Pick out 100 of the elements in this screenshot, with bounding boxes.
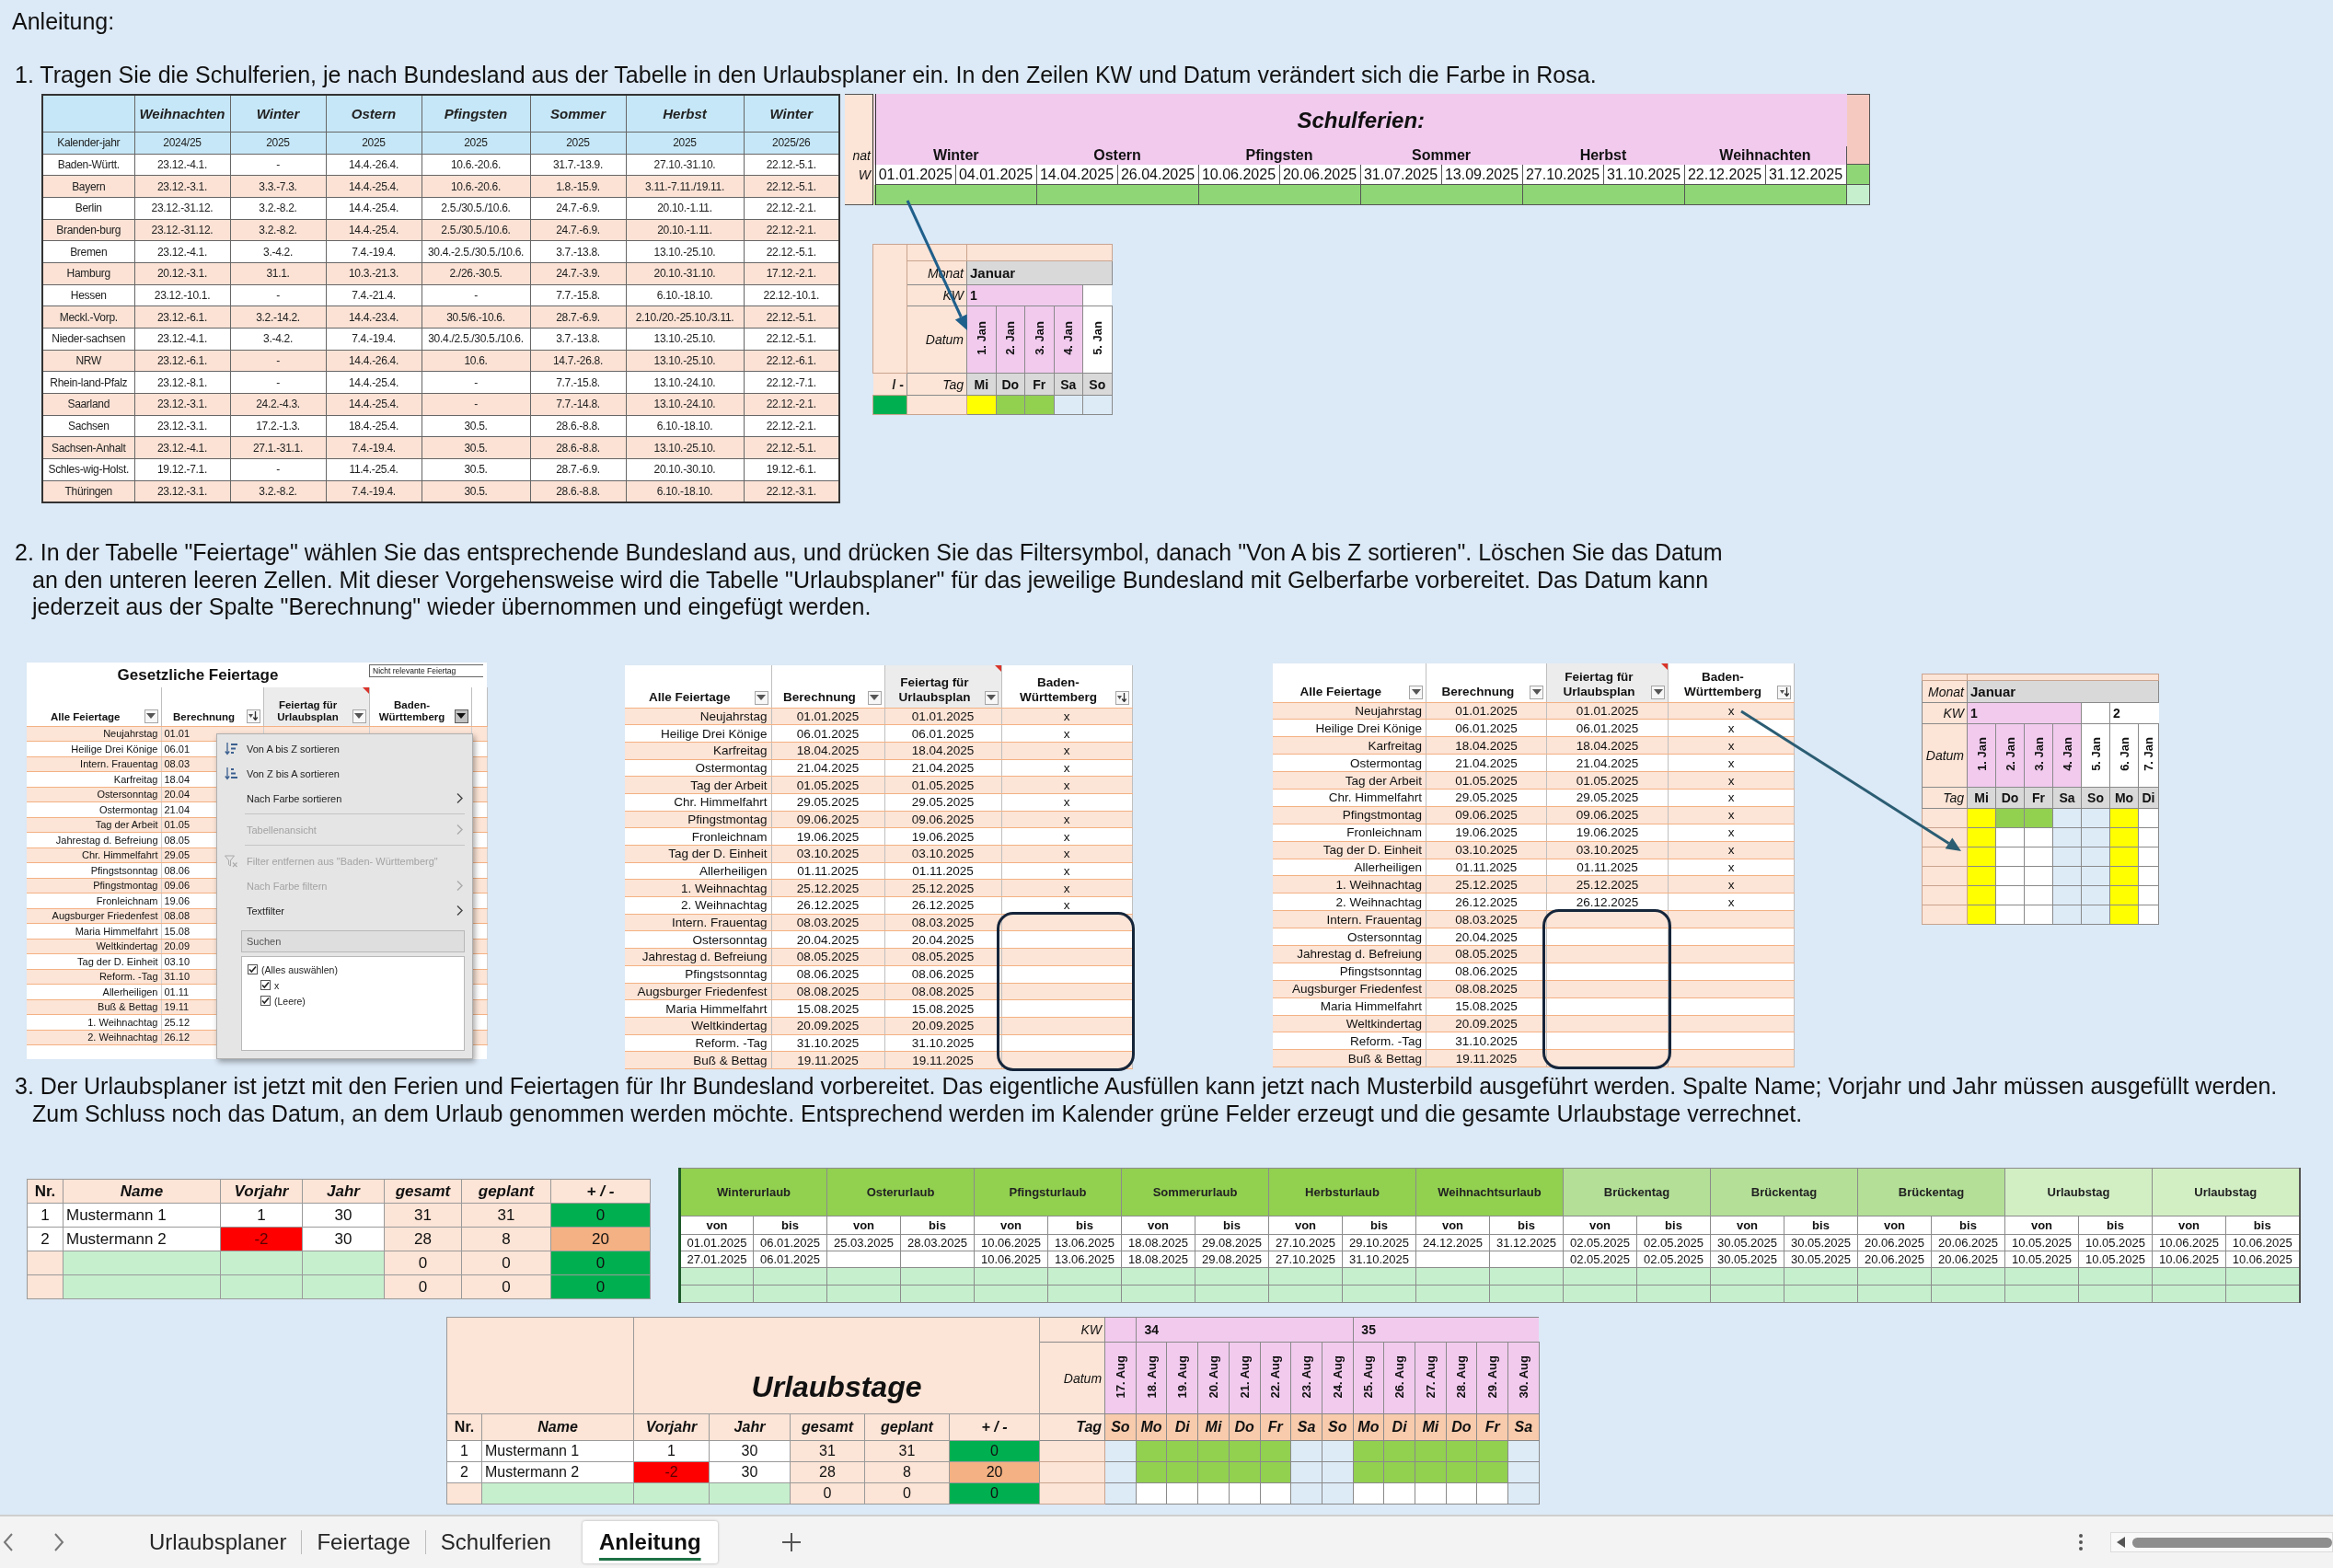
filter-button[interactable] (144, 709, 158, 723)
row-header: Tag (907, 373, 967, 396)
column-header: Pfingsten (422, 95, 530, 132)
table-cell: x (1001, 759, 1132, 777)
menu-item[interactable]: Textfilter (217, 898, 472, 923)
filter-option[interactable]: (Leere) (260, 993, 458, 1009)
table-cell: 2025 (230, 132, 326, 154)
table-cell: 03.10 (164, 955, 191, 967)
funnel-icon (225, 854, 237, 868)
filter-button[interactable] (1530, 685, 1543, 699)
table-cell: Mustermann 1 (481, 1440, 634, 1462)
table-cell: 7.7.-15.8. (530, 371, 626, 394)
column-header: Brückentag (1857, 1168, 2005, 1216)
column-header: Name (63, 1179, 221, 1204)
filter-button[interactable] (1115, 690, 1129, 705)
table-cell: 13.10.-25.10. (626, 350, 744, 372)
sheet-tab[interactable]: Feiertage (302, 1521, 425, 1563)
menu-item[interactable]: Von A bis Z sortieren (217, 736, 472, 761)
row-header: Fronleichnam (27, 893, 161, 908)
filter-option[interactable]: (Alles auswählen) (248, 962, 458, 977)
date-cell: 21. Aug (1229, 1342, 1260, 1414)
table-cell: Januar (966, 260, 1113, 285)
row-header: Nieder-sachsen (42, 328, 134, 351)
date-cell: 5. Jan (2081, 723, 2110, 788)
table-cell: 29.05.2025 (771, 793, 884, 812)
table-cell: 13.10.-24.10. (626, 393, 744, 416)
instruction-text: 2. In der Tabelle "Feiertage" wählen Sie das entsprechende Bundesland aus, und drücken Sie das Filtersymbol, danach "Von A bis Z sortieren". Löschen Sie das Datum an den unteren leeren Zellen. Mit dieser Vorgehensweise wird die Tabelle "Urlaubsplaner" für das jeweilige Bundesland mit Gelberfarbe vorbereitet. Das Datum kann jederzeit aus der Spalte "Berechnung" wieder übernommen und eingefügt werden. (15, 539, 1724, 621)
table-cell: 30.5. (422, 458, 530, 481)
filter-button[interactable] (867, 690, 882, 705)
column-header: Sommer (530, 95, 626, 132)
header-label: Alle Feiertage (51, 710, 121, 722)
scroll-left-icon (2117, 1537, 2125, 1548)
table-cell: 01.01.2025 (874, 164, 955, 185)
table-cell: 0 (384, 1251, 462, 1275)
table-cell: 08.06.2025 (1426, 963, 1547, 981)
header-label: Berechnung (783, 689, 856, 704)
table-cell: - (422, 371, 530, 394)
row-header: Tag (1922, 787, 1968, 809)
row-header: Datum (1039, 1342, 1105, 1414)
scrollbar-thumb[interactable] (2132, 1537, 2332, 1548)
sheet-tab[interactable]: Urlaubsplaner (134, 1521, 302, 1563)
filter-button[interactable] (1777, 685, 1791, 699)
table-cell: 28.6.-8.8. (530, 415, 626, 437)
filter-button[interactable] (984, 690, 999, 705)
filter-button[interactable] (1409, 685, 1423, 699)
table-cell: 0 (461, 1251, 551, 1275)
table-cell: 20.10.-31.10. (626, 262, 744, 285)
row-header: Saarland (42, 393, 134, 416)
table-cell: 1 (220, 1203, 303, 1228)
table-cell: 01.11.2025 (1426, 859, 1547, 876)
table-cell: 22.12.-3.1. (744, 480, 839, 502)
table-cell: 08.06 (164, 864, 191, 876)
table-cell: 31.10.2025 (884, 1034, 1001, 1052)
sheet-tab[interactable]: Anleitung (582, 1521, 718, 1563)
table-cell: 0 (550, 1274, 651, 1299)
table-cell: - (230, 350, 326, 372)
table-cell: 06.01.2025 (1546, 719, 1669, 737)
table-cell: 29.05 (164, 849, 191, 861)
table-cell: - (422, 393, 530, 416)
row-header: W (845, 164, 874, 185)
search-field[interactable]: Suchen (241, 930, 465, 952)
row-header: Pfingstsonntag (625, 965, 771, 983)
column-header: Name (481, 1413, 634, 1441)
comment-note: Nicht relevante Feiertag (369, 664, 483, 677)
checkbox[interactable] (260, 996, 271, 1006)
scrollbar[interactable] (2110, 1532, 2333, 1552)
menu-item[interactable]: Von Z bis A sortieren (217, 761, 472, 786)
filter-button[interactable] (754, 690, 768, 705)
filter-option[interactable]: x (260, 977, 458, 993)
row-header: Ostermontag (1272, 754, 1426, 772)
checkbox[interactable] (260, 980, 271, 990)
table-cell: 08.06.2025 (884, 965, 1001, 983)
checkbox[interactable] (248, 964, 258, 974)
filter-button[interactable] (454, 709, 468, 723)
filter-button[interactable] (1651, 685, 1665, 699)
filter-button[interactable] (246, 709, 260, 723)
table-cell: 23.12.-8.1. (134, 371, 230, 394)
table-cell: 7.4.-19.4. (326, 436, 422, 459)
table-cell: 08.08 (164, 910, 191, 922)
sheet-tab[interactable]: Schulferien (425, 1521, 566, 1563)
row-header: Heilige Drei Könige (625, 724, 771, 743)
column-header: Herbsturlaub (1268, 1168, 1416, 1216)
table-cell: 17.2.-1.3. (230, 415, 326, 437)
column-header: Jahr (709, 1413, 791, 1441)
date-cell: 27. Aug (1415, 1342, 1447, 1414)
chevron-right-icon (456, 905, 463, 916)
row-header: Fronleichnam (625, 827, 771, 846)
column-header: geplant (864, 1413, 950, 1441)
menu-item[interactable]: Nach Farbe sortieren (217, 786, 472, 811)
filter-button[interactable] (352, 709, 366, 723)
table-cell: 20.04.2025 (884, 930, 1001, 949)
date-cell: 4. Jan (2052, 723, 2082, 788)
chevron-left-icon[interactable] (3, 1533, 14, 1551)
table-cell: 21.04.2025 (771, 759, 884, 777)
table-cell: 2025 (530, 132, 626, 154)
table-cell: 31.10.2025 (771, 1034, 884, 1052)
header-label: Feiertag für Urlaubsplan (277, 698, 339, 722)
table-cell: 19.11 (164, 1001, 190, 1013)
more-icon (2079, 1533, 2083, 1551)
chevron-right-icon[interactable] (53, 1533, 64, 1551)
